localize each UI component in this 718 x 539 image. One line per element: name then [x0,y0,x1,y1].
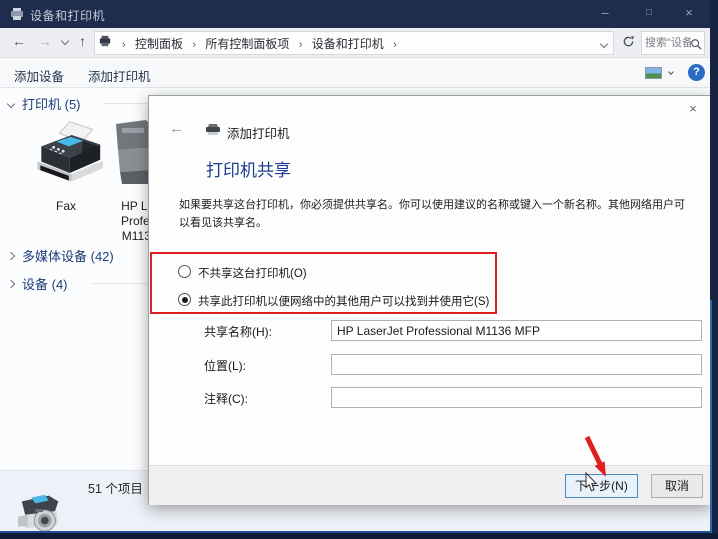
comment-label: 注释(C): [204,390,248,407]
section-devices-label: 设备 (4) [22,277,68,292]
fax-printer-icon [28,116,104,192]
add-printer-button[interactable]: 添加打印机 [88,66,151,85]
dialog-back-button[interactable]: ← [169,120,184,137]
window-title: 设备和打印机 [30,7,105,24]
address-dropdown-icon[interactable] [600,40,608,48]
search-input[interactable] [645,34,691,52]
selected-device-icon [16,488,66,534]
view-dropdown-icon[interactable] [668,69,674,75]
share-name-label: 共享名称(H): [204,323,272,340]
screen: 设备和打印机 – □ × ← → ↑ › 控制面板 › 所有控制面板项 › 设备 [0,0,718,539]
cancel-button[interactable]: 取消 [651,474,703,498]
breadcrumb-separator: › [299,39,303,51]
maximize-button[interactable]: □ [632,0,666,28]
location-label: 位置(L): [204,357,246,374]
section-multimedia[interactable]: 多媒体设备 (42) [8,246,114,265]
breadcrumb-control-panel[interactable]: 控制面板 [135,37,183,51]
address-bar[interactable]: › 控制面板 › 所有控制面板项 › 设备和打印机 › [94,31,614,55]
dialog-footer: 下一步(N) 取消 [149,465,710,505]
add-device-button[interactable]: 添加设备 [14,66,64,85]
section-multimedia-label: 多媒体设备 (42) [22,249,114,264]
location-input[interactable] [331,354,702,375]
help-button[interactable]: ? [688,64,705,81]
printer-item-fax[interactable]: Fax [28,116,104,213]
comment-input[interactable] [331,387,702,408]
refresh-icon[interactable] [622,35,635,53]
breadcrumb-separator: › [192,39,196,51]
breadcrumb-all-items[interactable]: 所有控制面板项 [205,37,289,51]
annotation-highlight-box [150,252,497,314]
printer-label-fax: Fax [28,199,104,213]
view-options-icon[interactable] [645,67,662,79]
minimize-button[interactable]: – [588,0,622,28]
breadcrumb: › 控制面板 › 所有控制面板项 › 设备和打印机 › [116,35,403,52]
printer-icon [10,7,24,26]
field-row-comment: 注释(C): [149,387,710,409]
address-printer-icon [99,34,111,52]
item-count: 51 个项目 [88,478,143,497]
section-printers-label: 打印机 (5) [22,97,81,112]
share-name-input[interactable] [331,320,702,341]
chevron-right-icon [7,252,15,260]
breadcrumb-devices-printers[interactable]: 设备和打印机 [312,37,384,51]
next-button[interactable]: 下一步(N) [565,474,638,498]
section-devices[interactable]: 设备 (4) [8,274,68,293]
close-button[interactable]: × [672,0,706,28]
add-printer-icon [205,123,221,141]
title-bar: 设备和打印机 – □ × [0,0,710,28]
breadcrumb-separator: › [393,39,397,51]
field-row-location: 位置(L): [149,354,710,376]
forward-button[interactable]: → [38,33,52,49]
history-chevron-icon[interactable] [61,37,69,45]
dialog-header-title: 添加打印机 [227,123,290,142]
back-button[interactable]: ← [12,33,26,49]
dialog-close-button[interactable]: × [684,100,702,118]
wizard-page-title: 打印机共享 [206,156,291,181]
breadcrumb-separator: › [122,39,126,51]
chevron-right-icon [7,280,15,288]
command-toolbar: 添加设备 添加打印机 ? [0,58,710,88]
wizard-description: 如果要共享这台打印机，你必须提供共享名。你可以使用建议的名称或键入一个新名称。其… [179,196,691,232]
screen-edge-bottom [0,533,718,539]
add-printer-dialog: × ← 添加打印机 打印机共享 如果要共享这台打印机，你必须提供共享名。你可以使… [148,95,711,505]
section-printers[interactable]: 打印机 (5) [8,94,81,113]
navigation-bar: ← → ↑ › 控制面板 › 所有控制面板项 › 设备和打印机 › [0,28,710,58]
up-button[interactable]: ↑ [79,33,86,49]
search-box[interactable] [641,31,705,55]
field-row-share-name: 共享名称(H): [149,320,710,342]
screen-edge-right [710,0,718,539]
search-icon[interactable] [690,37,702,55]
chevron-down-icon [7,100,15,108]
